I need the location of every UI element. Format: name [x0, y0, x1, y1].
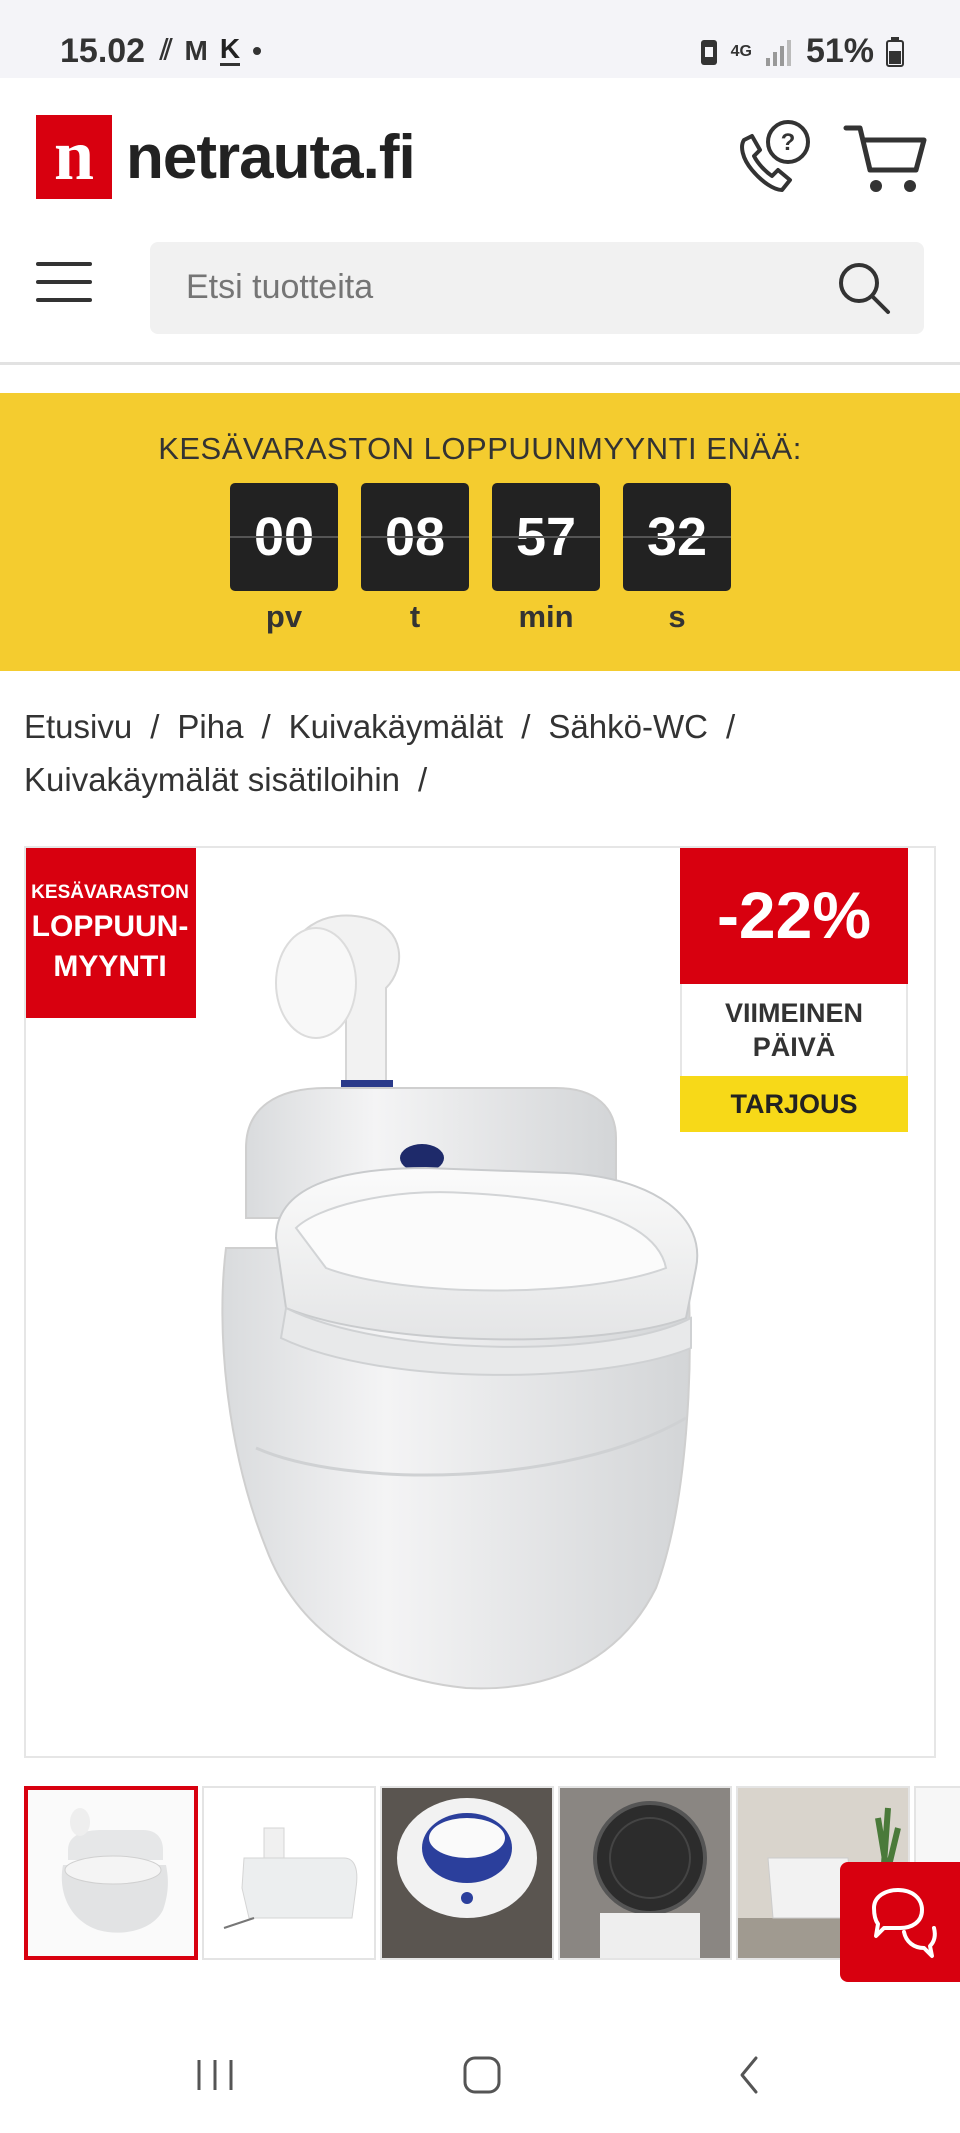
status-right: 4G 51% — [699, 32, 904, 71]
last-day-label: VIIMEINEN PÄIVÄ — [680, 984, 908, 1076]
countdown: 00 pv 08 t 57 min 32 s — [230, 483, 731, 635]
chat-icon — [872, 1888, 937, 1958]
countdown-label: min — [518, 599, 574, 634]
signal-hash-icon: ⫽ — [160, 34, 173, 65]
last-day-line1: VIIMEINEN — [724, 998, 864, 1028]
thumbnail-2[interactable] — [202, 1786, 376, 1960]
countdown-value: 57 — [492, 483, 600, 591]
thumbnail-container-image — [560, 1788, 730, 1958]
cart-icon[interactable] — [842, 118, 928, 198]
k-app-icon: K — [219, 33, 241, 66]
thumbnail-bowl-image — [382, 1788, 552, 1958]
breadcrumb-home[interactable]: Etusivu — [24, 708, 132, 745]
thumbnail-3[interactable] — [380, 1786, 554, 1960]
phone-help-icon[interactable]: ? — [730, 118, 814, 198]
discount-percent: -22% — [680, 848, 908, 984]
countdown-label: t — [409, 599, 421, 634]
home-icon[interactable] — [452, 2050, 512, 2100]
menu-icon[interactable] — [36, 262, 92, 306]
svg-text:?: ? — [781, 129, 796, 156]
search-bar[interactable] — [150, 242, 924, 334]
cell-signal-icon — [765, 39, 791, 66]
clearance-badge-line2: LOPPUUN- — [31, 910, 189, 943]
search-input[interactable] — [186, 268, 786, 307]
breadcrumb-sahko-wc[interactable]: Sähkö-WC — [548, 708, 708, 745]
countdown-value: 00 — [230, 483, 338, 591]
product-main-image[interactable]: KESÄVARASTON LOPPUUN- MYYNTI -22% VIIMEI… — [24, 846, 936, 1758]
site-header: n netrauta.fi ? — [0, 78, 960, 334]
countdown-value: 32 — [623, 483, 731, 591]
system-nav-bar — [0, 2010, 960, 2133]
countdown-days: 00 pv — [230, 483, 338, 635]
thumbnail-side-view-image — [204, 1788, 374, 1958]
chat-button[interactable] — [840, 1862, 960, 1982]
banner-title: KESÄVARASTON LOPPUUNMYYNTI ENÄÄ: — [158, 431, 802, 466]
countdown-value: 08 — [361, 483, 469, 591]
battery-saver-icon — [700, 39, 717, 65]
offer-label: TARJOUS — [680, 1076, 908, 1132]
status-bar: 15.02 ⫽ M K • 4G 51% — [0, 0, 960, 78]
status-time: 15.02 — [60, 32, 146, 70]
network-type: 4G — [730, 42, 752, 60]
clearance-badge-line1: KESÄVARASTON — [31, 882, 189, 903]
countdown-hours: 08 t — [361, 483, 469, 635]
breadcrumb: Etusivu / Piha / Kuivakäymälät / Sähkö-WC / Kui… — [24, 700, 944, 806]
logo-text[interactable]: netrauta.fi — [126, 122, 416, 193]
breadcrumb-separator: / — [261, 708, 271, 745]
countdown-label: s — [668, 599, 686, 634]
battery-icon — [886, 36, 904, 67]
thumbnail-toilet-image — [28, 1790, 194, 1956]
gmail-icon: M — [184, 34, 208, 66]
clearance-badge: KESÄVARASTON LOPPUUN- MYYNTI — [26, 848, 196, 1018]
battery-level: 51% — [805, 32, 874, 70]
countdown-label: pv — [265, 599, 303, 634]
notification-icons: ⫽ M K • — [160, 34, 262, 67]
logo-mark[interactable]: n — [36, 115, 112, 199]
discount-badge: -22% VIIMEINEN PÄIVÄ TARJOUS — [680, 848, 908, 1132]
breadcrumb-kuivakaymalat[interactable]: Kuivakäymälät — [289, 708, 504, 745]
header-divider — [0, 362, 960, 365]
dot-icon: • — [252, 34, 262, 66]
clearance-badge-line3: MYYNTI — [53, 950, 167, 983]
breadcrumb-piha[interactable]: Piha — [177, 708, 243, 745]
breadcrumb-separator: / — [521, 708, 531, 745]
sale-banner[interactable]: KESÄVARASTON LOPPUUNMYYNTI ENÄÄ: 00 pv 0… — [0, 393, 960, 671]
thumbnail-4[interactable] — [558, 1786, 732, 1960]
countdown-seconds: 32 s — [623, 483, 731, 635]
last-day-line2: PÄIVÄ — [752, 1032, 836, 1062]
thumbnail-1[interactable] — [24, 1786, 198, 1960]
countdown-minutes: 57 min — [492, 483, 600, 635]
thumbnail-strip[interactable] — [24, 1786, 960, 1962]
search-icon[interactable] — [834, 258, 894, 318]
breadcrumb-separator: / — [150, 708, 160, 745]
breadcrumb-separator: / — [418, 761, 428, 798]
breadcrumb-sisatiloihin[interactable]: Kuivakäymälät sisätiloihin — [24, 761, 400, 798]
back-icon[interactable] — [720, 2050, 780, 2100]
breadcrumb-separator: / — [725, 708, 736, 745]
recent-apps-icon[interactable] — [185, 2050, 245, 2100]
